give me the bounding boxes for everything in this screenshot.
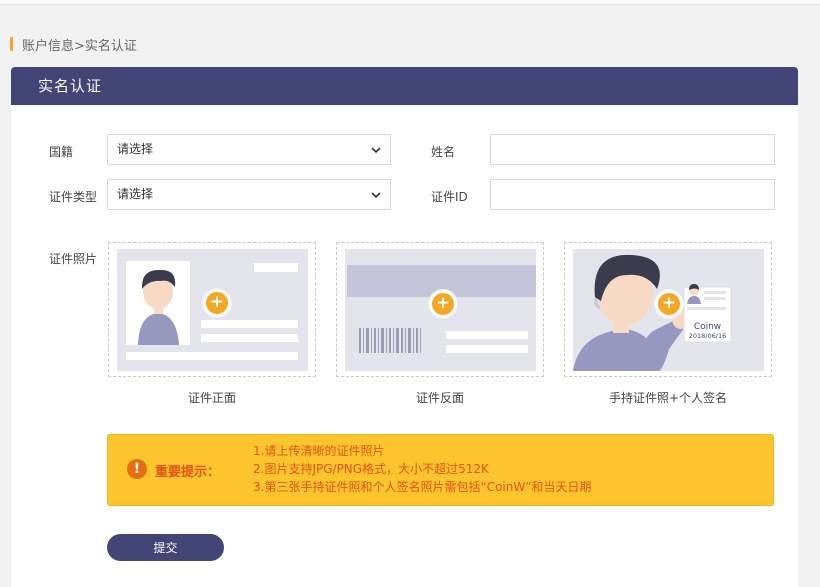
- breadcrumb: 账户信息>实名认证: [10, 36, 137, 54]
- photos-label: 证件照片: [49, 252, 98, 266]
- chevron-down-icon: [371, 192, 381, 199]
- upload-handheld-caption: 手持证件照+个人签名: [608, 391, 728, 405]
- important-notice: ! 重要提示： 1.请上传清晰的证件照片 2.图片支持JPG/PNG格式，大小不…: [107, 434, 774, 506]
- verification-card: 实名认证 国籍 请选择 姓名 证件类型 请选择 证件ID 证件照片 + 证件正面…: [11, 67, 798, 587]
- nationality-select[interactable]: 请选择: [107, 134, 391, 165]
- breadcrumb-text: 账户信息>实名认证: [22, 38, 137, 54]
- id-number-input[interactable]: [490, 179, 775, 210]
- name-input[interactable]: [490, 134, 775, 165]
- notice-lines: 1.请上传清晰的证件照片 2.图片支持JPG/PNG格式，大小不超过512K 3…: [253, 442, 591, 496]
- id-type-select[interactable]: 请选择: [107, 179, 391, 210]
- chevron-down-icon: [371, 147, 381, 154]
- notice-line: 3.第三张手持证件照和个人签名照片需包括“CoinW”和当天日期: [253, 480, 592, 494]
- submit-button[interactable]: 提交: [107, 534, 224, 561]
- plus-icon: +: [655, 290, 683, 318]
- nationality-label: 国籍: [49, 145, 74, 159]
- name-label: 姓名: [431, 145, 456, 159]
- notice-title: 重要提示：: [155, 465, 221, 480]
- upload-back-caption: 证件反面: [415, 391, 464, 405]
- nationality-select-value: 请选择: [117, 142, 154, 156]
- handheld-card-date: 2018/06/16: [689, 332, 726, 340]
- upload-front-caption: 证件正面: [187, 391, 236, 405]
- upload-handheld-photo[interactable]: Coinw 2018/06/16 +: [564, 242, 772, 377]
- id-type-label: 证件类型: [49, 190, 98, 204]
- card-title: 实名认证: [11, 67, 798, 105]
- upload-id-front[interactable]: +: [108, 242, 316, 377]
- exclamation-icon: !: [127, 459, 147, 479]
- notice-line: 2.图片支持JPG/PNG格式，大小不超过512K: [253, 462, 489, 476]
- plus-icon: +: [203, 289, 231, 317]
- handheld-card-text: Coinw: [694, 322, 721, 332]
- upload-id-back[interactable]: +: [336, 242, 544, 377]
- breadcrumb-marker: [10, 37, 13, 51]
- notice-line: 1.请上传清晰的证件照片: [253, 444, 385, 458]
- id-type-select-value: 请选择: [117, 187, 154, 201]
- id-number-label: 证件ID: [431, 190, 468, 204]
- plus-icon: +: [429, 290, 457, 318]
- top-bar: [0, 0, 820, 5]
